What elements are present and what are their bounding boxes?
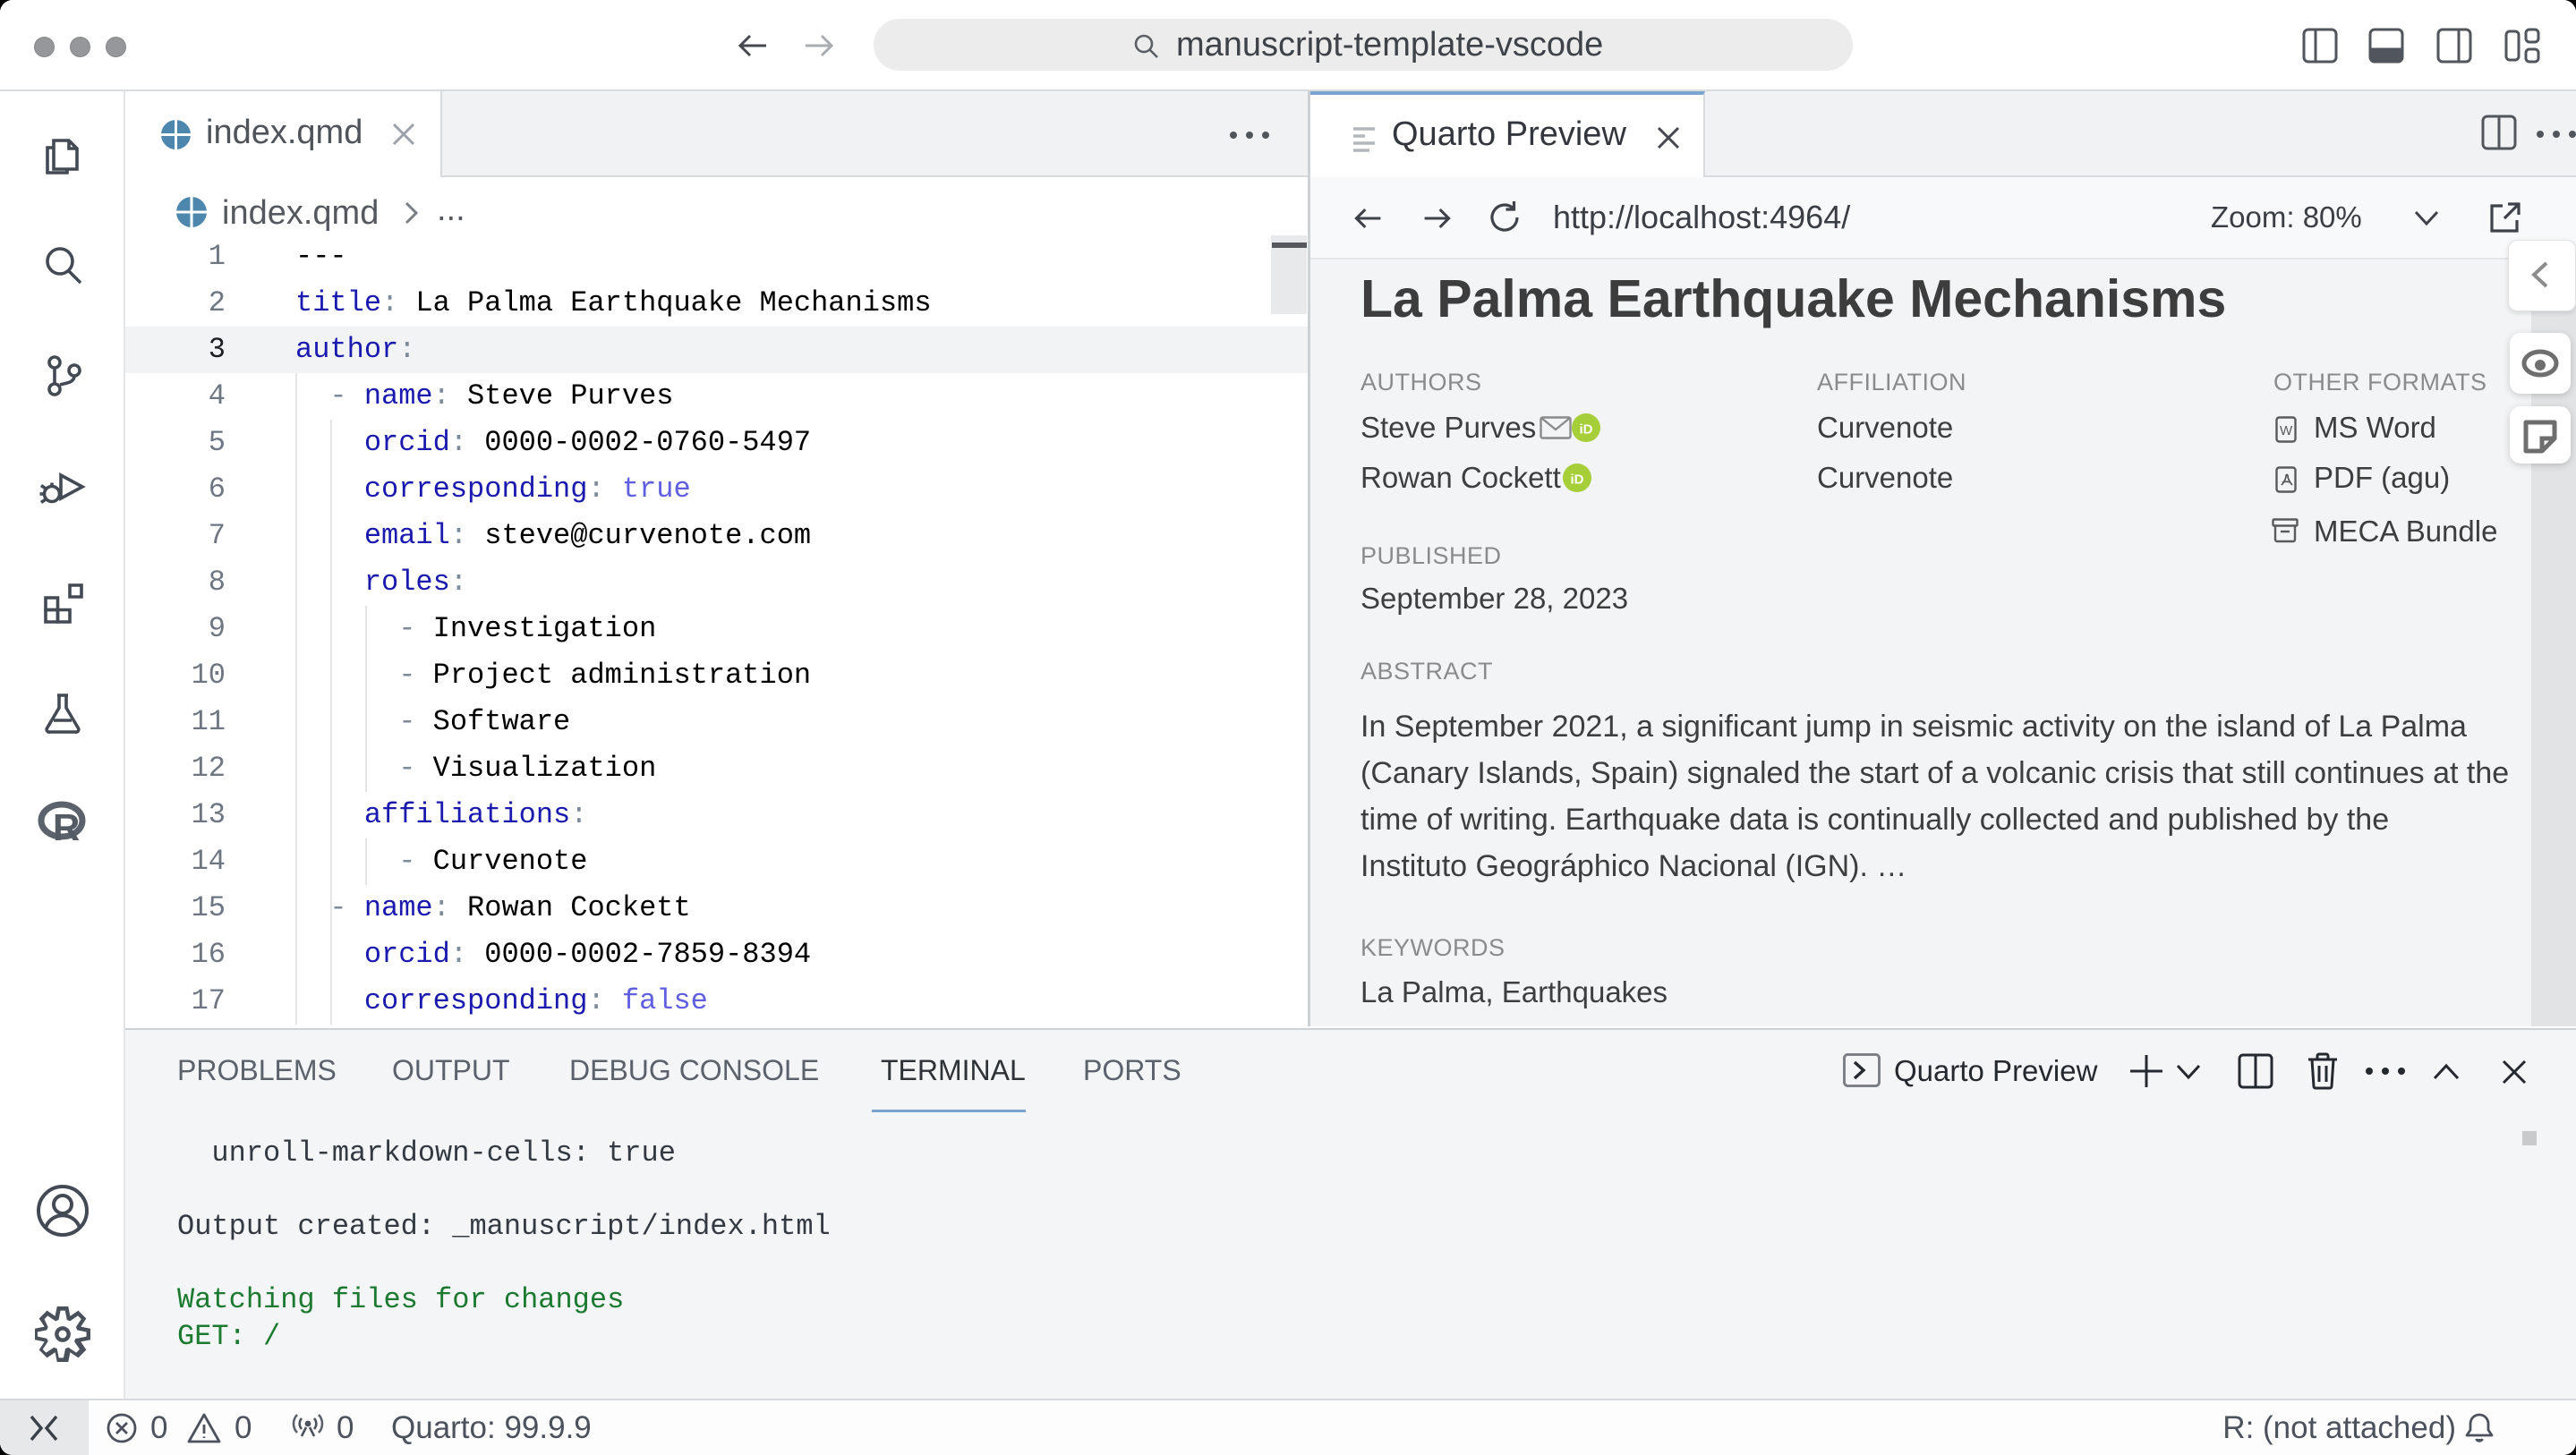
- svg-text:R: R: [53, 806, 80, 848]
- svg-text:iD: iD: [1580, 422, 1593, 438]
- svg-text:W: W: [2280, 423, 2293, 438]
- svg-text:iD: iD: [1571, 472, 1584, 488]
